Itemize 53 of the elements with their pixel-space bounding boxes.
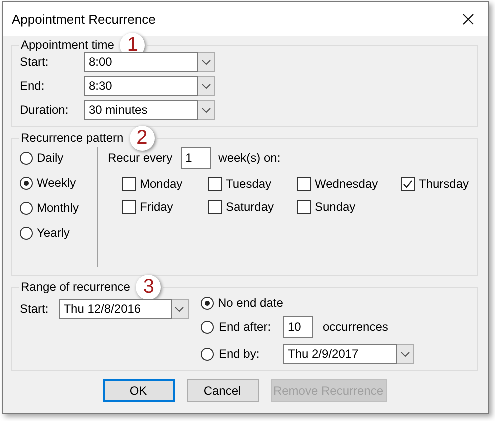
step-number-badge: 3	[136, 274, 162, 300]
time-dropdown[interactable]: 8:30	[84, 76, 469, 96]
option-label[interactable]: No end date	[218, 296, 284, 310]
checkbox[interactable]	[296, 200, 311, 214]
radio-button[interactable]	[201, 296, 214, 310]
field-label: Duration:	[20, 103, 70, 117]
option-label[interactable]: End after:	[219, 320, 272, 334]
step-number-badge: 2	[130, 126, 155, 150]
radio-button[interactable]	[20, 176, 33, 190]
option-label[interactable]: Yearly	[37, 226, 70, 240]
time-dropdown[interactable]: 30 minutes	[84, 100, 469, 120]
checkbox[interactable]	[122, 177, 136, 191]
option-label[interactable]: Monthly	[37, 201, 80, 215]
field-label: End:	[20, 79, 46, 93]
checkbox[interactable]	[122, 200, 136, 214]
checkbox[interactable]	[208, 200, 222, 214]
checkbox[interactable]	[296, 177, 311, 191]
radio-button[interactable]	[20, 226, 33, 240]
group-title: Appointment time	[21, 38, 114, 52]
checkbox[interactable]	[400, 177, 415, 191]
radio-button[interactable]	[201, 320, 214, 334]
option-label[interactable]: Tuesday	[226, 177, 272, 191]
close-icon[interactable]	[463, 14, 474, 24]
option-label[interactable]: Friday	[140, 200, 174, 214]
chevron-down-icon	[202, 108, 210, 112]
chevron-down-icon	[175, 306, 184, 312]
field-label: Start:	[20, 301, 49, 316]
occurrences-field[interactable]: 10	[283, 316, 313, 338]
group-title: Recurrence pattern	[21, 131, 124, 145]
option-label[interactable]: End by:	[219, 347, 260, 361]
chevron-down-icon	[400, 352, 410, 356]
option-label[interactable]: Sunday	[314, 200, 356, 214]
option-label[interactable]: Monday	[140, 177, 183, 191]
option-label[interactable]: Daily	[37, 151, 64, 165]
field-label: Recur every	[108, 151, 173, 165]
option-label[interactable]: Thursday	[418, 177, 469, 191]
option-label[interactable]: Weekly	[37, 176, 76, 190]
dialog-button[interactable]: OK	[102, 379, 174, 402]
option-label[interactable]: Saturday	[226, 200, 274, 214]
field-label: week(s) on:	[218, 151, 281, 165]
field-label: Start:	[20, 55, 50, 69]
field-label: occurrences	[323, 320, 388, 334]
option-label[interactable]: Wednesday	[314, 177, 378, 191]
radio-button[interactable]	[20, 152, 33, 164]
radio-button[interactable]	[201, 348, 214, 360]
window-title: Appointment Recurrence	[12, 12, 156, 26]
group-title: Range of recurrence	[21, 280, 130, 294]
chevron-down-icon	[202, 84, 210, 88]
dialog-button[interactable]: Cancel	[186, 379, 258, 402]
radio-button[interactable]	[20, 202, 33, 214]
checkbox[interactable]	[208, 177, 222, 191]
chevron-down-icon	[202, 60, 210, 64]
interval-field[interactable]: 1	[180, 147, 211, 169]
